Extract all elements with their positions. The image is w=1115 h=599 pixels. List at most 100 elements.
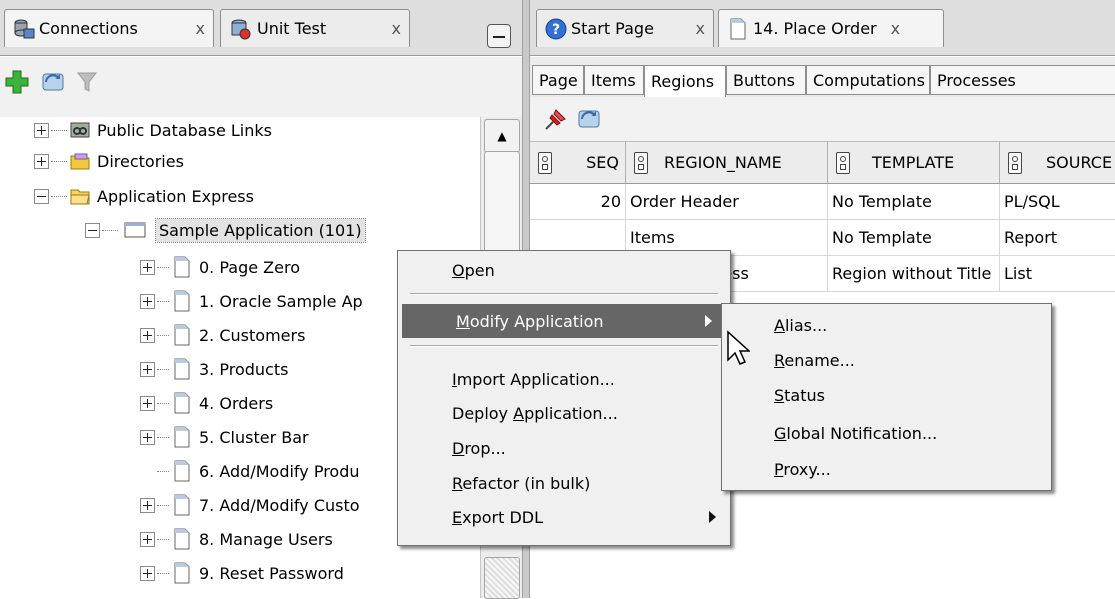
- sort-icon[interactable]: [836, 151, 850, 174]
- collapse-toggle[interactable]: [34, 188, 49, 204]
- tree-item-label: Sample Application (101): [155, 217, 366, 243]
- menu-item-label: Export DDL: [452, 507, 544, 527]
- refresh-icon[interactable]: [40, 69, 66, 95]
- submenu-arrow-icon: [705, 315, 712, 327]
- expand-toggle[interactable]: [140, 327, 155, 343]
- add-icon[interactable]: [4, 69, 30, 95]
- subtab-items[interactable]: Items: [584, 65, 644, 95]
- table-cell[interactable]: Region without Title: [828, 256, 1000, 292]
- tree-item-page[interactable]: 4. Orders: [140, 386, 273, 420]
- menu-item-label: Open: [452, 260, 495, 280]
- expand-toggle[interactable]: [140, 531, 155, 547]
- tab-connections-close-icon[interactable]: x: [196, 19, 205, 38]
- tree-item-application-express[interactable]: Application Express: [34, 179, 254, 213]
- tab-place-order[interactable]: 14. Place Order x: [718, 9, 944, 47]
- menu-item-label: Refactor (in bulk): [452, 473, 591, 493]
- expand-toggle[interactable]: [140, 361, 155, 377]
- page-icon: [174, 460, 190, 482]
- page-icon: [174, 358, 190, 380]
- subtab-regions[interactable]: Regions: [644, 65, 726, 97]
- tab-start-page[interactable]: ? Start Page x: [536, 9, 714, 47]
- submenu-item-status[interactable]: Status: [722, 378, 1051, 412]
- scroll-grip[interactable]: [484, 557, 520, 599]
- menu-item-label: Status: [774, 385, 825, 405]
- tab-place-order-close-icon[interactable]: x: [891, 19, 900, 38]
- expand-toggle[interactable]: [34, 122, 49, 138]
- menu-item-drop[interactable]: Drop...: [398, 431, 730, 465]
- menu-item-label: Global Notification...: [774, 423, 938, 443]
- expand-toggle[interactable]: [140, 429, 155, 445]
- sort-icon[interactable]: [634, 151, 648, 174]
- tree-item-label: 7. Add/Modify Custo: [199, 495, 360, 515]
- tree-item-label: 1. Oracle Sample Ap: [199, 291, 363, 311]
- left-tab-bar: Connections x Unit Test x: [0, 0, 522, 56]
- tree-item-page[interactable]: 1. Oracle Sample Ap: [140, 284, 363, 318]
- modify-application-submenu: Alias... Rename... Status Global Notific…: [721, 303, 1052, 491]
- folder-icon: [70, 153, 90, 170]
- refresh-icon[interactable]: [576, 106, 602, 132]
- pin-icon[interactable]: [542, 107, 568, 133]
- page-icon: [174, 290, 190, 312]
- table-cell[interactable]: List: [1000, 256, 1115, 292]
- tree-item-page[interactable]: 2. Customers: [140, 318, 305, 352]
- menu-item-modify-application[interactable]: Modify Application: [402, 304, 726, 338]
- subtab-page[interactable]: Page: [532, 65, 584, 95]
- table-cell[interactable]: Order Header: [626, 184, 828, 220]
- editor-tab-bar: ? Start Page x 14. Place Order x: [530, 0, 1115, 56]
- menu-item-open[interactable]: Open: [398, 253, 730, 287]
- table-cell[interactable]: No Template: [828, 184, 1000, 220]
- table-cell[interactable]: No Template: [828, 220, 1000, 256]
- tree-item-public-database-links[interactable]: Public Database Links: [34, 113, 272, 147]
- menu-item-label: Drop...: [452, 438, 506, 458]
- collapse-toggle[interactable]: [85, 222, 100, 238]
- tree-item-sample-application[interactable]: Sample Application (101): [85, 213, 366, 247]
- menu-item-export-ddl[interactable]: Export DDL: [398, 500, 730, 534]
- tree-item-page[interactable]: 0. Page Zero: [140, 250, 300, 284]
- menu-item-deploy-application[interactable]: Deploy Application...: [398, 396, 730, 430]
- subtab-computations[interactable]: Computations: [806, 65, 930, 95]
- tree-item-page[interactable]: 7. Add/Modify Custo: [140, 488, 360, 522]
- connections-icon: [14, 19, 35, 38]
- expand-toggle[interactable]: [140, 565, 155, 581]
- table-cell[interactable]: 20: [530, 184, 626, 220]
- submenu-arrow-icon: [709, 511, 716, 523]
- table-cell[interactable]: PL/SQL: [1000, 184, 1115, 220]
- subtab-processes[interactable]: Processes: [930, 65, 1115, 95]
- subtab-buttons[interactable]: Buttons: [726, 65, 806, 95]
- tab-connections[interactable]: Connections x: [4, 9, 214, 47]
- tree-item-label: 3. Products: [199, 359, 289, 379]
- submenu-item-global-notification[interactable]: Global Notification...: [722, 416, 1051, 450]
- menu-item-label: Deploy Application...: [452, 403, 618, 423]
- column-header-source[interactable]: SOURCE: [1000, 142, 1115, 184]
- submenu-item-rename[interactable]: Rename...: [722, 343, 1051, 377]
- tab-unit-test-close-icon[interactable]: x: [392, 19, 401, 38]
- tree-item-page[interactable]: 3. Products: [140, 352, 288, 386]
- tree-item-page[interactable]: 9. Reset Password: [140, 556, 344, 590]
- expand-toggle[interactable]: [140, 293, 155, 309]
- menu-item-import-application[interactable]: Import Application...: [398, 362, 730, 396]
- tree-item-page[interactable]: 5. Cluster Bar: [140, 420, 309, 454]
- column-header-seq[interactable]: SEQ: [530, 142, 626, 184]
- expand-toggle[interactable]: [140, 497, 155, 513]
- page-sub-tabs: Page Items Regions Buttons Computations …: [530, 57, 1115, 97]
- table-cell[interactable]: Report: [1000, 220, 1115, 256]
- context-menu: Open Modify Application Import Applicati…: [397, 250, 731, 546]
- submenu-item-proxy[interactable]: Proxy...: [722, 452, 1051, 486]
- sort-icon[interactable]: [538, 151, 552, 174]
- expand-toggle[interactable]: [140, 259, 155, 275]
- tree-item-page[interactable]: 6. Add/Modify Produ: [140, 454, 360, 488]
- tab-start-page-close-icon[interactable]: x: [696, 19, 705, 38]
- filter-icon[interactable]: [76, 71, 98, 93]
- minimize-panel-button[interactable]: [487, 24, 511, 48]
- tree-item-page[interactable]: 8. Manage Users: [140, 522, 333, 556]
- menu-item-refactor[interactable]: Refactor (in bulk): [398, 466, 730, 500]
- scroll-up-button[interactable]: ▲: [484, 119, 520, 153]
- column-header-region-name[interactable]: REGION_NAME: [626, 142, 828, 184]
- submenu-item-alias[interactable]: Alias...: [722, 308, 1051, 342]
- tab-unit-test[interactable]: Unit Test x: [220, 9, 410, 47]
- expand-toggle[interactable]: [34, 153, 49, 169]
- expand-toggle[interactable]: [140, 395, 155, 411]
- sort-icon[interactable]: [1008, 151, 1022, 174]
- tree-item-directories[interactable]: Directories: [34, 144, 184, 178]
- column-header-template[interactable]: TEMPLATE: [828, 142, 1000, 184]
